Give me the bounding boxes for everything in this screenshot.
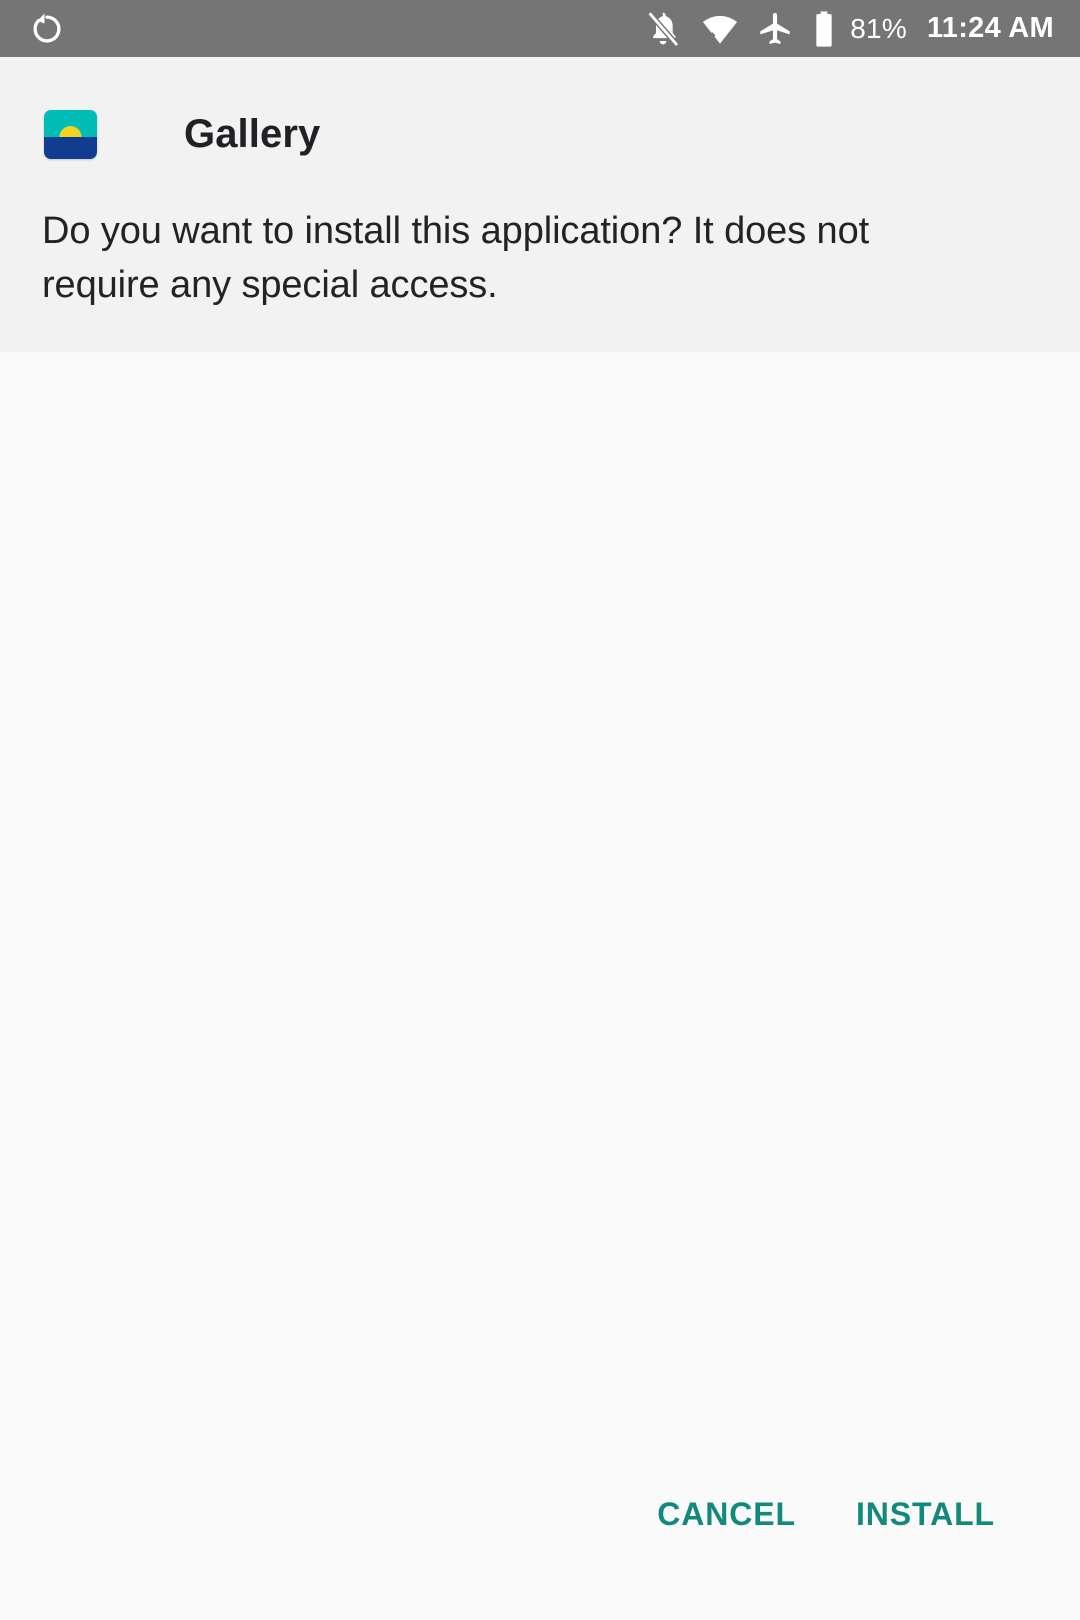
install-confirmation-screen: 81% 11:24 AM Gallery Do you want to inst…: [0, 0, 1080, 1620]
status-bar-left: [28, 10, 66, 48]
gallery-app-icon: [44, 110, 97, 159]
action-button-bar: CANCEL INSTALL: [657, 1486, 1080, 1543]
dialog-body-area: CANCEL INSTALL: [0, 352, 1080, 1620]
airplane-mode-icon: [755, 10, 795, 48]
battery-icon: [811, 9, 837, 49]
install-header-panel: Gallery Do you want to install this appl…: [0, 57, 1080, 352]
status-bar-right: 81% 11:24 AM: [643, 9, 1054, 49]
notifications-off-icon: [643, 9, 683, 49]
install-prompt-text: Do you want to install this application?…: [42, 210, 870, 306]
battery-percent-label: 81%: [850, 12, 907, 44]
wifi-icon: [699, 10, 741, 48]
clock-label: 11:24 AM: [926, 12, 1054, 44]
install-button[interactable]: INSTALL: [856, 1486, 995, 1543]
app-title: Gallery: [184, 112, 321, 156]
screen-rotation-icon: [28, 10, 66, 48]
status-bar: 81% 11:24 AM: [0, 0, 1080, 57]
cancel-button[interactable]: CANCEL: [657, 1486, 796, 1543]
app-identity-row: Gallery: [44, 110, 320, 159]
